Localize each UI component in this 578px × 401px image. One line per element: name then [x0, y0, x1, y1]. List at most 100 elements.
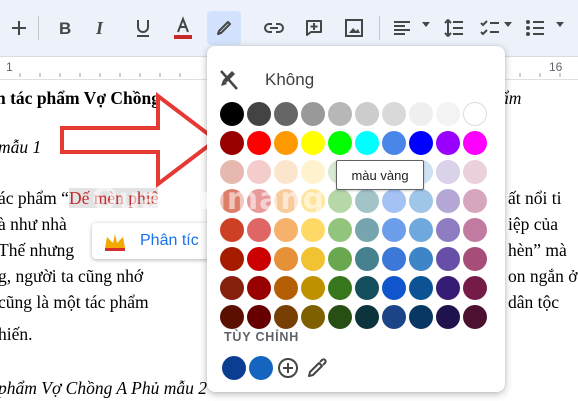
align-icon[interactable] [385, 11, 419, 45]
chevron-down-icon[interactable] [504, 22, 512, 27]
color-swatch[interactable] [220, 131, 244, 155]
color-swatch[interactable] [463, 247, 487, 271]
color-swatch[interactable] [301, 131, 325, 155]
color-swatch[interactable] [328, 102, 352, 126]
color-swatch[interactable] [463, 189, 487, 213]
analysis-chip[interactable]: Phân tíc [92, 223, 210, 259]
color-swatch[interactable] [355, 131, 379, 155]
color-swatch[interactable] [436, 276, 460, 300]
color-swatch[interactable] [247, 131, 271, 155]
color-swatch[interactable] [328, 276, 352, 300]
color-swatch[interactable] [409, 102, 433, 126]
add-icon[interactable] [2, 11, 36, 45]
color-swatch[interactable] [220, 247, 244, 271]
text-color-icon[interactable] [166, 11, 200, 45]
color-swatch[interactable] [247, 160, 271, 184]
color-swatch[interactable] [274, 160, 298, 184]
custom-color-swatch[interactable] [249, 356, 273, 380]
highlight-pen-icon[interactable] [207, 11, 241, 45]
color-swatch[interactable] [328, 247, 352, 271]
color-swatch[interactable] [274, 247, 298, 271]
italic-icon[interactable]: I [84, 11, 118, 45]
color-swatch[interactable] [463, 102, 487, 126]
color-swatch[interactable] [382, 102, 406, 126]
color-swatch[interactable] [247, 218, 271, 242]
underline-icon[interactable] [126, 11, 160, 45]
color-swatch[interactable] [220, 218, 244, 242]
color-swatch[interactable] [247, 305, 271, 329]
color-swatch[interactable] [382, 131, 406, 155]
color-swatch[interactable] [355, 305, 379, 329]
color-swatch[interactable] [463, 131, 487, 155]
color-tooltip: màu vàng [336, 160, 424, 190]
bold-icon[interactable]: B [48, 11, 82, 45]
color-swatch[interactable] [355, 247, 379, 271]
color-swatch[interactable] [436, 189, 460, 213]
custom-color-swatch[interactable] [222, 356, 246, 380]
color-swatch[interactable] [220, 160, 244, 184]
color-swatch[interactable] [220, 102, 244, 126]
color-swatch[interactable] [220, 305, 244, 329]
color-swatch[interactable] [355, 189, 379, 213]
document-text: Thế nhưng [0, 240, 75, 260]
color-swatch[interactable] [301, 276, 325, 300]
color-swatch[interactable] [355, 276, 379, 300]
color-swatch[interactable] [436, 160, 460, 184]
color-swatch[interactable] [463, 276, 487, 300]
color-swatch[interactable] [463, 218, 487, 242]
color-swatch[interactable] [301, 305, 325, 329]
color-swatch[interactable] [355, 102, 379, 126]
color-swatch[interactable] [274, 102, 298, 126]
color-swatch[interactable] [301, 218, 325, 242]
color-swatch[interactable] [328, 131, 352, 155]
color-swatch[interactable] [328, 189, 352, 213]
color-swatch[interactable] [409, 218, 433, 242]
document-text: ác phẩm “ [0, 188, 69, 208]
color-swatch[interactable] [328, 218, 352, 242]
color-swatch[interactable] [436, 218, 460, 242]
ruler-number: 16 [549, 60, 563, 74]
line-spacing-icon[interactable] [437, 11, 471, 45]
color-swatch[interactable] [301, 247, 325, 271]
color-swatch[interactable] [247, 247, 271, 271]
analysis-chip-label: Phân tíc [140, 232, 199, 249]
color-swatch[interactable] [247, 102, 271, 126]
add-comment-icon[interactable] [297, 11, 331, 45]
color-swatch[interactable] [301, 160, 325, 184]
color-swatch[interactable] [274, 305, 298, 329]
color-swatch[interactable] [274, 276, 298, 300]
toolbar-divider [38, 16, 39, 40]
color-swatch[interactable] [274, 131, 298, 155]
color-swatch[interactable] [463, 305, 487, 329]
color-swatch[interactable] [436, 131, 460, 155]
checklist-icon[interactable] [473, 11, 507, 45]
link-icon[interactable] [257, 11, 291, 45]
color-swatch[interactable] [409, 131, 433, 155]
color-swatch[interactable] [436, 102, 460, 126]
color-swatch[interactable] [382, 247, 406, 271]
color-swatch[interactable] [409, 276, 433, 300]
color-swatch[interactable] [409, 189, 433, 213]
color-swatch[interactable] [301, 102, 325, 126]
chevron-down-icon[interactable] [556, 22, 564, 27]
color-swatch[interactable] [409, 247, 433, 271]
color-swatch[interactable] [409, 305, 433, 329]
color-swatch[interactable] [382, 305, 406, 329]
color-swatch[interactable] [382, 218, 406, 242]
color-swatch[interactable] [274, 218, 298, 242]
add-custom-color-icon[interactable] [277, 357, 299, 379]
color-swatch[interactable] [355, 218, 379, 242]
eyedropper-icon[interactable] [306, 357, 328, 379]
bulleted-list-icon[interactable] [518, 11, 552, 45]
color-swatch[interactable] [436, 305, 460, 329]
color-swatch[interactable] [247, 276, 271, 300]
color-swatch[interactable] [328, 305, 352, 329]
color-swatch[interactable] [436, 247, 460, 271]
no-highlight-option[interactable]: Không [219, 66, 314, 94]
color-swatch[interactable] [382, 189, 406, 213]
color-swatch[interactable] [463, 160, 487, 184]
color-swatch[interactable] [220, 276, 244, 300]
chevron-down-icon[interactable] [422, 22, 430, 27]
color-swatch[interactable] [382, 276, 406, 300]
insert-image-icon[interactable] [337, 11, 371, 45]
